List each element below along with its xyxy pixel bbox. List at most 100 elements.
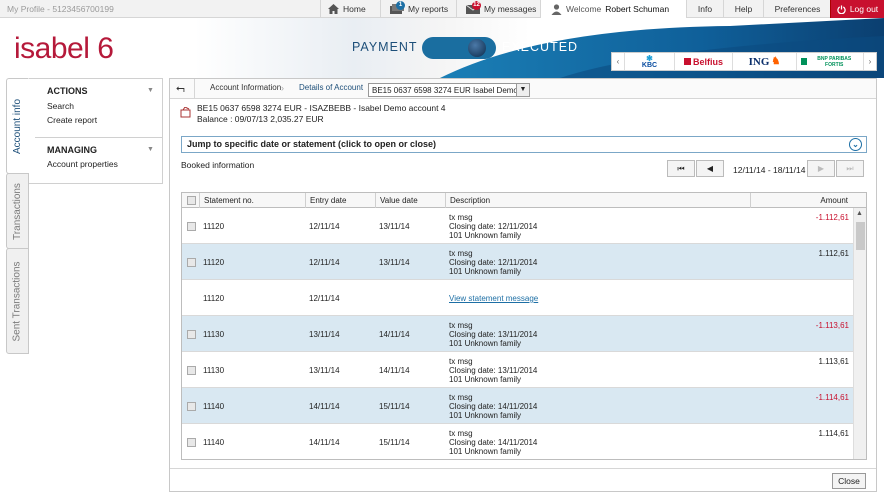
table-row[interactable]: 11130 13/11/14 14/11/14 tx msg Closing d…	[182, 316, 854, 352]
my-reports-link[interactable]: 1 My reports	[380, 0, 454, 18]
col-statement-no[interactable]: Statement no.	[199, 193, 305, 208]
table-row[interactable]: 11120 12/11/14 13/11/14 tx msg Closing d…	[182, 208, 854, 244]
breadcrumb-details-of-account[interactable]: Details of Account	[299, 83, 363, 92]
table-row[interactable]: 11140 14/11/14 15/11/14 tx msg Closing d…	[182, 424, 854, 459]
left-tabs: Account info Transactions Sent Transacti…	[6, 78, 29, 354]
account-properties-action[interactable]: Account properties	[47, 159, 118, 169]
back-arrow-icon[interactable]: ⮢	[176, 82, 185, 95]
description: tx msg Closing date: 13/11/2014 101 Unkn…	[449, 357, 538, 384]
next-page-icon: ▶	[817, 164, 825, 173]
panel-footer: Close	[170, 468, 876, 492]
col-amount[interactable]: Amount	[750, 193, 854, 208]
row-checkbox[interactable]	[187, 366, 196, 375]
power-icon	[837, 4, 846, 14]
amount: -1.114,61	[815, 393, 849, 402]
actions-title: ACTIONS	[47, 86, 88, 96]
kbc-logo-icon: ✱	[646, 53, 653, 63]
statement-no: 11130	[203, 330, 225, 339]
value-date: 14/11/14	[379, 330, 410, 339]
divider	[35, 137, 163, 138]
entry-date: 14/11/14	[309, 402, 340, 411]
jump-to-date-toggle[interactable]: Jump to specific date or statement (clic…	[181, 136, 867, 153]
info-link[interactable]: Info	[686, 0, 723, 18]
first-page-button[interactable]: ⏮	[667, 160, 695, 177]
tab-transactions[interactable]: Transactions	[6, 173, 29, 249]
row-checkbox[interactable]	[187, 438, 196, 447]
prev-page-icon: ◀	[706, 164, 714, 173]
booked-info-label: Booked information	[181, 160, 255, 170]
table-row[interactable]: 11120 12/11/14 13/11/14 tx msg Closing d…	[182, 244, 854, 280]
description: tx msg Closing date: 14/11/2014 101 Unkn…	[449, 429, 538, 456]
create-report-action[interactable]: Create report	[47, 115, 97, 125]
table-row[interactable]: 11140 14/11/14 15/11/14 tx msg Closing d…	[182, 388, 854, 424]
last-page-button[interactable]: ⏭	[836, 160, 864, 177]
my-messages-link[interactable]: 12 My messages	[456, 0, 538, 18]
chevron-down-icon[interactable]: ▼	[147, 87, 154, 94]
account-select[interactable]: BE15 0637 6598 3274 EUR Isabel Demo ▼	[368, 83, 530, 97]
home-link[interactable]: Home	[320, 0, 374, 18]
row-checkbox[interactable]	[187, 222, 196, 231]
table-row[interactable]: 11120 12/11/14 View statement message	[182, 280, 854, 316]
chevron-down-icon[interactable]: ▼	[147, 146, 154, 153]
divider	[194, 79, 195, 98]
payment-label: PAYMENT	[352, 40, 418, 54]
left-panel: ACTIONS ▼ Search Create report MANAGING …	[29, 78, 163, 184]
profile-link[interactable]: My Profile - 5123456700199	[7, 4, 114, 14]
toggle-knob	[468, 39, 486, 57]
value-date: 14/11/14	[379, 366, 410, 375]
prev-page-button[interactable]: ◀	[696, 160, 724, 177]
statement-no: 11140	[203, 438, 225, 447]
row-checkbox[interactable]	[187, 330, 196, 339]
bank-belfius[interactable]: Belfius	[675, 53, 733, 70]
search-action[interactable]: Search	[47, 101, 74, 111]
tab-account-info[interactable]: Account info	[6, 78, 29, 174]
belfius-logo-icon	[683, 58, 691, 65]
bank-kbc[interactable]: ✱ KBC	[625, 53, 675, 70]
bnp-logo-icon	[801, 58, 808, 65]
help-link[interactable]: Help	[723, 0, 763, 18]
entry-date: 12/11/14	[309, 222, 340, 231]
payment-toggle[interactable]	[422, 37, 496, 59]
col-description[interactable]: Description	[445, 193, 750, 208]
select-all-checkbox[interactable]	[187, 196, 196, 205]
col-entry-date[interactable]: Entry date	[305, 193, 375, 208]
ing-lion-icon: ♞	[771, 56, 781, 67]
entry-date: 14/11/14	[309, 438, 340, 447]
bank-next-arrow[interactable]: ›	[864, 53, 876, 70]
first-page-icon: ⏮	[677, 163, 685, 173]
row-checkbox[interactable]	[187, 258, 196, 267]
bank-bnp[interactable]: BNP PARIBAS FORTIS	[797, 53, 864, 70]
amount: 1.112,61	[818, 249, 849, 258]
description: tx msg Closing date: 13/11/2014 101 Unkn…	[449, 321, 538, 348]
amount: -1.113,61	[815, 321, 849, 330]
breadcrumb: ⮢ Account Information › Details of Accou…	[170, 79, 876, 99]
messages-badge: 12	[472, 1, 481, 10]
preferences-link[interactable]: Preferences	[763, 0, 831, 18]
table-row[interactable]: 11130 13/11/14 14/11/14 tx msg Closing d…	[182, 352, 854, 388]
col-value-date[interactable]: Value date	[375, 193, 445, 208]
managing-title: MANAGING	[47, 145, 97, 155]
last-page-icon: ⏭	[846, 163, 854, 173]
bank-ing[interactable]: ING ♞	[733, 53, 797, 70]
value-date: 13/11/14	[379, 258, 410, 267]
close-button[interactable]: Close	[832, 473, 866, 489]
table-scrollbar[interactable]: ▲	[853, 208, 866, 459]
statement-table: Statement no. Entry date Value date Desc…	[181, 192, 867, 460]
amount: 1.114,61	[818, 429, 849, 438]
table-header: Statement no. Entry date Value date Desc…	[182, 193, 866, 208]
logout-button[interactable]: Log out	[830, 0, 884, 18]
view-statement-message-link[interactable]: View statement message	[449, 294, 538, 303]
scrollbar-thumb[interactable]	[856, 222, 865, 250]
user-welcome: Welcome Robert Schuman	[540, 0, 686, 18]
next-page-button[interactable]: ▶	[807, 160, 835, 177]
tab-sent-transactions[interactable]: Sent Transactions	[6, 248, 29, 354]
chevron-right-icon: ›	[281, 83, 284, 93]
bank-prev-arrow[interactable]: ‹	[612, 53, 625, 70]
reports-badge: 1	[396, 1, 405, 10]
row-checkbox[interactable]	[187, 402, 196, 411]
main-panel: ⮢ Account Information › Details of Accou…	[169, 78, 877, 492]
scroll-up-icon[interactable]: ▲	[856, 210, 863, 217]
value-date: 13/11/14	[379, 222, 410, 231]
amount: -1.112,61	[815, 213, 849, 222]
breadcrumb-account-information[interactable]: Account Information	[210, 83, 281, 92]
